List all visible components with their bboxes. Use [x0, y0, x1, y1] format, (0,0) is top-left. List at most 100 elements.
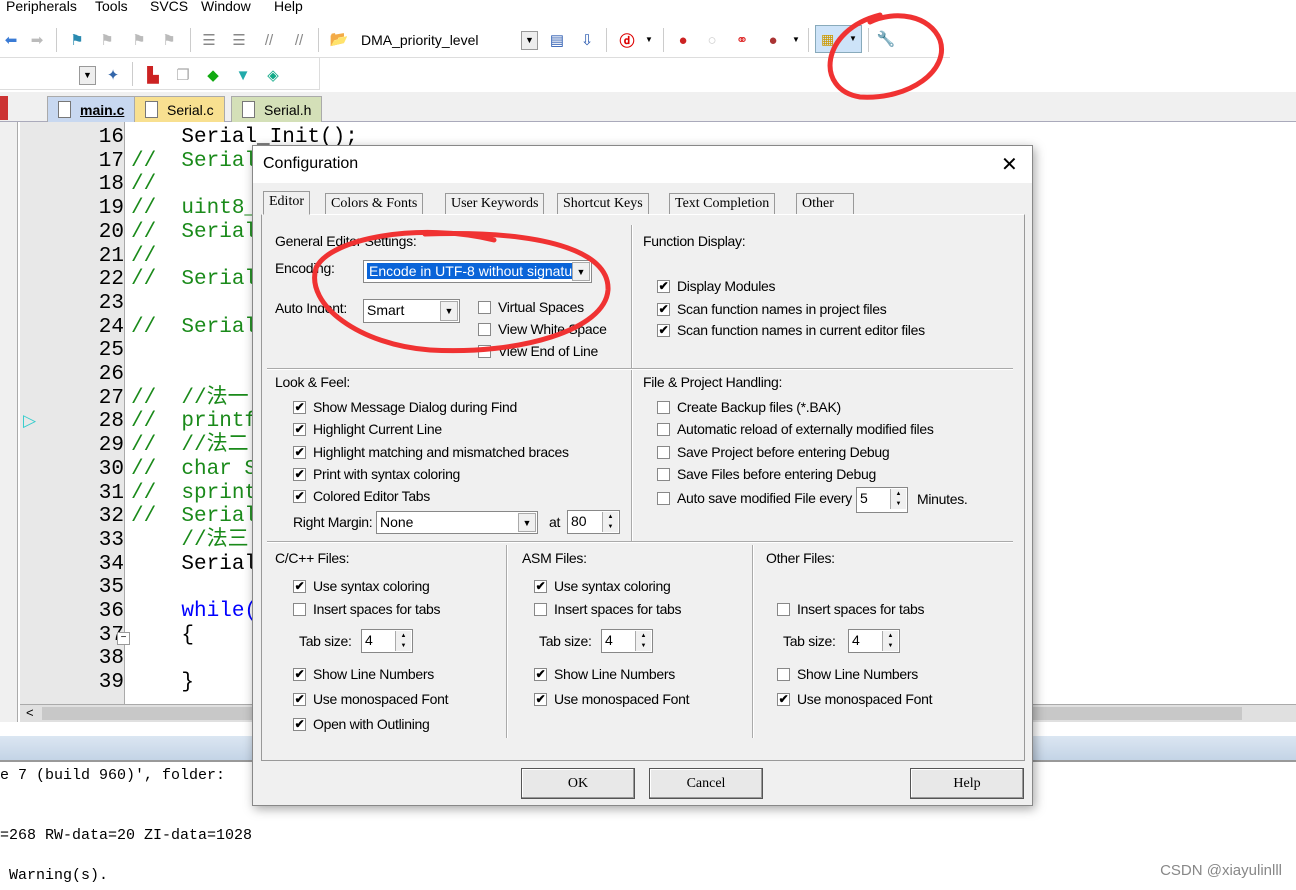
target-combo[interactable]: DMA_priority_level	[361, 32, 478, 48]
checkbox-box[interactable]	[534, 602, 547, 616]
encoding-select[interactable]: Encode in UTF-8 without signature ▼	[363, 260, 592, 283]
find-icon[interactable]: ▤	[548, 31, 566, 49]
bookmark-icon[interactable]: ⚑	[68, 31, 86, 49]
checkbox-box[interactable]	[657, 491, 670, 505]
configuration-wrench-icon[interactable]: 🔧	[877, 30, 896, 48]
cpp-monospaced-checkbox[interactable]: ✔ Use monospaced Font	[293, 691, 448, 707]
auto-reload-checkbox[interactable]: Automatic reload of externally modified …	[657, 421, 934, 437]
create-backup-checkbox[interactable]: Create Backup files (*.BAK)	[657, 399, 841, 415]
checkbox-box[interactable]	[478, 344, 491, 358]
tab-serial-h[interactable]: Serial.h	[231, 96, 323, 122]
chevron-down-icon[interactable]: ▼	[440, 301, 458, 321]
menu-tools[interactable]: Tools	[95, 0, 128, 14]
help-button[interactable]: Help	[910, 768, 1024, 799]
dropdown-icon[interactable]: ▼	[645, 35, 653, 44]
checkbox-box[interactable]	[777, 602, 790, 616]
uncomment-icon[interactable]: //	[290, 31, 308, 49]
chevron-down-icon[interactable]: ▼	[572, 262, 590, 281]
virtual-spaces-checkbox[interactable]: Virtual Spaces	[478, 299, 584, 315]
checkbox-box[interactable]: ✔	[777, 692, 790, 706]
menu-peripherals[interactable]: Peripherals	[6, 0, 77, 14]
highlight-current-line-checkbox[interactable]: ✔ Highlight Current Line	[293, 421, 442, 437]
checkbox-box[interactable]: ✔	[293, 489, 306, 503]
save-files-debug-checkbox[interactable]: Save Files before entering Debug	[657, 466, 876, 482]
checkbox-box[interactable]	[293, 602, 306, 616]
prev-bookmark-icon[interactable]: ⚑	[98, 31, 116, 49]
magic-wand-icon[interactable]: ✦	[104, 66, 122, 84]
other-insert-spaces-checkbox[interactable]: Insert spaces for tabs	[777, 601, 925, 617]
checkbox-box[interactable]: ✔	[293, 445, 306, 459]
back-icon[interactable]: ⬅	[2, 31, 20, 49]
checkbox-box[interactable]	[657, 467, 670, 481]
view-end-of-line-checkbox[interactable]: View End of Line	[478, 343, 598, 359]
debug-icon[interactable]: ⓓ	[618, 31, 636, 50]
tab-text-completion[interactable]: Text Completion	[669, 193, 776, 215]
checkbox-box[interactable]	[657, 445, 670, 459]
checkbox-box[interactable]	[657, 400, 670, 414]
ok-button[interactable]: OK	[521, 768, 635, 799]
checkbox-box[interactable]: ✔	[293, 400, 306, 414]
asm-tab-size-spinner[interactable]: 4 ▲ ▼	[601, 629, 653, 653]
clear-bookmarks-icon[interactable]: ⚑	[160, 31, 178, 49]
cpp-syntax-coloring-checkbox[interactable]: ✔ Use syntax coloring	[293, 578, 430, 594]
checkbox-box[interactable]: ✔	[293, 467, 306, 481]
checkbox-box[interactable]: ✔	[293, 692, 306, 706]
print-syntax-coloring-checkbox[interactable]: ✔ Print with syntax coloring	[293, 466, 460, 482]
checkbox-box[interactable]: ✔	[534, 579, 547, 593]
pack-installer-icon[interactable]: ◆	[204, 66, 222, 84]
tab-serial-c[interactable]: Serial.c	[134, 96, 225, 122]
scroll-left-icon[interactable]: <	[26, 705, 34, 720]
chevron-down-icon[interactable]: ▼	[518, 513, 536, 532]
asm-line-numbers-checkbox[interactable]: ✔ Show Line Numbers	[534, 666, 675, 682]
spinner-arrows-icon[interactable]: ▲ ▼	[395, 631, 411, 651]
right-margin-column-spinner[interactable]: 80 ▲ ▼	[567, 510, 620, 534]
select-packs-icon[interactable]: ▼	[234, 66, 252, 84]
disable-breakpoint-icon[interactable]: ○	[703, 31, 721, 49]
checkbox-box[interactable]: ✔	[293, 422, 306, 436]
display-modules-checkbox[interactable]: ✔ Display Modules	[657, 278, 776, 294]
auto-indent-select[interactable]: Smart ▼	[363, 299, 460, 323]
spinner-arrows-icon[interactable]: ▲ ▼	[602, 512, 618, 532]
close-icon[interactable]: ✕	[1001, 152, 1018, 177]
cancel-button[interactable]: Cancel	[649, 768, 763, 799]
indent-icon[interactable]: ☰	[200, 31, 218, 49]
checkbox-box[interactable]	[657, 422, 670, 436]
runtime-env-icon[interactable]: ◈	[264, 66, 282, 84]
checkbox-box[interactable]: ✔	[657, 279, 670, 293]
dropdown-icon[interactable]: ▼	[79, 66, 96, 85]
view-white-space-checkbox[interactable]: View White Space	[478, 321, 607, 337]
kill-breakpoints-icon[interactable]: ●	[764, 31, 782, 49]
tab-colors-fonts[interactable]: Colors & Fonts	[325, 193, 424, 215]
cpp-outlining-checkbox[interactable]: ✔ Open with Outlining	[293, 716, 430, 732]
forward-icon[interactable]: ➡	[28, 31, 46, 49]
checkbox-box[interactable]	[478, 322, 491, 336]
spinner-arrows-icon[interactable]: ▲ ▼	[890, 489, 906, 509]
checkbox-box[interactable]	[777, 667, 790, 681]
checkbox-box[interactable]: ✔	[657, 323, 670, 337]
tab-user-keywords[interactable]: User Keywords	[445, 193, 545, 215]
fold-toggle-icon[interactable]: −	[117, 632, 130, 645]
next-bookmark-icon[interactable]: ⚑	[130, 31, 148, 49]
other-line-numbers-checkbox[interactable]: Show Line Numbers	[777, 666, 918, 682]
other-tab-size-spinner[interactable]: 4 ▲ ▼	[848, 629, 900, 653]
disable-all-breakpoints-icon[interactable]: ⚭	[733, 31, 751, 49]
other-monospaced-checkbox[interactable]: ✔ Use monospaced Font	[777, 691, 932, 707]
asm-monospaced-checkbox[interactable]: ✔ Use monospaced Font	[534, 691, 689, 707]
breakpoint-icon[interactable]: ●	[674, 31, 692, 49]
spinner-arrows-icon[interactable]: ▲ ▼	[882, 631, 898, 651]
spinner-arrows-icon[interactable]: ▲ ▼	[635, 631, 651, 651]
checkbox-box[interactable]: ✔	[293, 717, 306, 731]
checkbox-box[interactable]: ✔	[293, 579, 306, 593]
colored-editor-tabs-checkbox[interactable]: ✔ Colored Editor Tabs	[293, 488, 430, 504]
cpp-tab-size-spinner[interactable]: 4 ▲ ▼	[361, 629, 413, 653]
asm-insert-spaces-checkbox[interactable]: Insert spaces for tabs	[534, 601, 682, 617]
incremental-find-icon[interactable]: ⇩	[578, 31, 596, 49]
cpp-insert-spaces-checkbox[interactable]: Insert spaces for tabs	[293, 601, 441, 617]
copy-icon[interactable]: ❐	[174, 66, 192, 84]
auto-save-minutes-spinner[interactable]: 5 ▲ ▼	[856, 487, 908, 513]
auto-save-checkbox[interactable]: Auto save modified File every	[657, 490, 852, 506]
right-margin-select[interactable]: None ▼	[376, 511, 538, 534]
cpp-line-numbers-checkbox[interactable]: ✔ Show Line Numbers	[293, 666, 434, 682]
menu-help[interactable]: Help	[274, 0, 303, 14]
window-layout-button[interactable]: ▦ ▼	[815, 25, 862, 53]
